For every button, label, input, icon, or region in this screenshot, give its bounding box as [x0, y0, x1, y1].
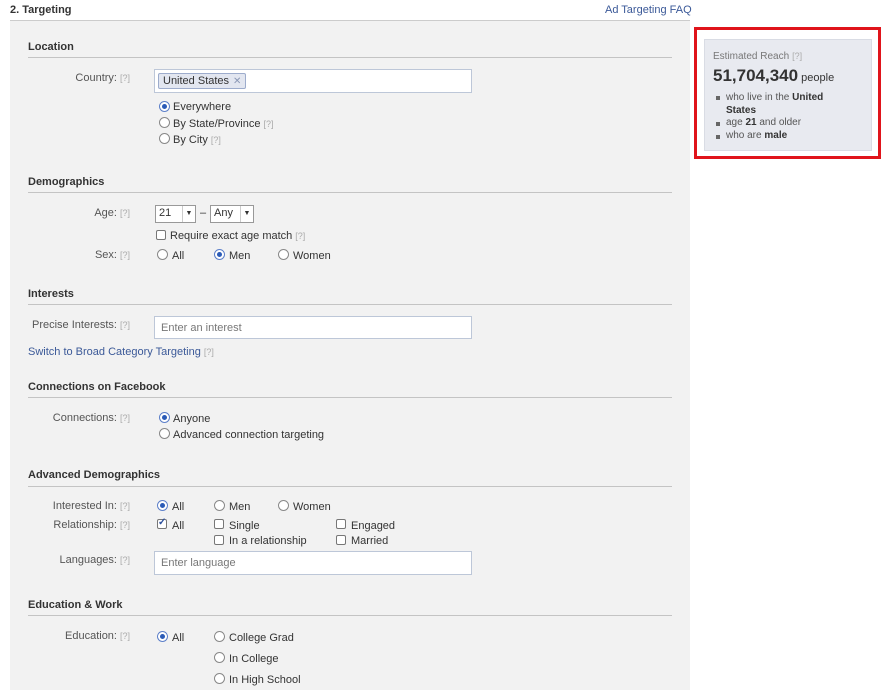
dropdown-arrow-icon: ▼ — [240, 206, 253, 222]
help-icon[interactable]: [?] — [120, 208, 130, 218]
location-everywhere-label: Everywhere — [173, 101, 232, 113]
location-state-radio[interactable] — [159, 117, 170, 128]
education-high-school-radio[interactable] — [214, 673, 225, 684]
advanced-demographics-title: Advanced Demographics — [28, 469, 161, 481]
estimated-reach-title: Estimated Reach [?] — [713, 51, 803, 62]
sex-men-radio[interactable] — [214, 249, 225, 260]
relationship-all-label: All — [172, 520, 185, 532]
location-state-label: By State/Province [?] — [173, 118, 274, 130]
sex-all-label: All — [172, 250, 185, 262]
divider — [28, 57, 672, 58]
help-icon[interactable]: [?] — [120, 631, 130, 641]
relationship-in-relationship-checkbox[interactable] — [214, 535, 224, 545]
connections-anyone-label: Anyone — [173, 413, 211, 425]
help-icon[interactable]: [?] — [120, 501, 130, 511]
help-icon[interactable]: [?] — [120, 250, 130, 260]
divider — [28, 397, 672, 398]
relationship-married-checkbox[interactable] — [336, 535, 346, 545]
country-token[interactable]: United States ✕ — [158, 73, 247, 89]
interested-women-label: Women — [293, 501, 331, 513]
relationship-in-relationship-label: In a relationship — [229, 535, 307, 547]
help-icon[interactable]: [?] — [120, 73, 130, 83]
ad-targeting-faq-link[interactable]: Ad Targeting FAQ — [605, 4, 692, 16]
relationship-single-label: Single — [229, 520, 260, 532]
interested-all-radio[interactable] — [157, 500, 168, 511]
demographics-title: Demographics — [28, 176, 105, 188]
help-icon[interactable]: [?] — [204, 347, 214, 357]
age-label: Age: [?] — [94, 207, 130, 219]
location-city-label: By City [?] — [173, 134, 221, 146]
age-max-select[interactable]: Any ▼ — [210, 205, 254, 223]
education-all-radio[interactable] — [157, 631, 168, 642]
help-icon[interactable]: [?] — [792, 51, 802, 61]
help-icon[interactable]: [?] — [120, 413, 130, 423]
interested-in-label: Interested In: [?] — [52, 500, 130, 512]
reach-location-line: who live in the United States — [726, 92, 824, 116]
bullet-icon — [716, 96, 720, 100]
age-min-select[interactable]: 21 ▼ — [155, 205, 196, 223]
divider — [28, 615, 672, 616]
divider — [28, 192, 672, 193]
relationship-all-checkbox[interactable] — [157, 517, 167, 529]
help-icon[interactable]: [?] — [120, 320, 130, 330]
age-separator: – — [200, 207, 207, 219]
relationship-label: Relationship: [?] — [53, 519, 130, 531]
section-title: 2. Targeting — [10, 4, 72, 16]
language-input[interactable]: Enter language — [154, 551, 472, 575]
country-label: Country: [?] — [75, 72, 130, 84]
reach-age-line: age 21 and older — [726, 117, 802, 128]
connections-label: Connections: [?] — [52, 412, 130, 424]
education-high-school-label: In High School — [229, 674, 301, 686]
divider — [28, 304, 672, 305]
interested-all-label: All — [172, 501, 185, 513]
education-label: Education: [?] — [65, 630, 130, 642]
connections-advanced-label: Advanced connection targeting — [173, 429, 325, 441]
education-college-grad-label: College Grad — [229, 632, 294, 644]
exact-age-label: Require exact age match [?] — [170, 230, 306, 242]
relationship-single-checkbox[interactable] — [214, 519, 224, 529]
relationship-engaged-label: Engaged — [351, 520, 396, 532]
bullet-icon — [716, 135, 720, 139]
reach-sex-line: who are male — [726, 130, 788, 141]
reach-number: 51,704,340 — [713, 66, 799, 85]
interest-input[interactable]: Enter an interest — [154, 316, 472, 339]
reach-unit: people — [801, 72, 835, 84]
sex-all-radio[interactable] — [157, 249, 168, 260]
switch-broad-category-link[interactable]: Switch to Broad Category Targeting [?] — [28, 346, 214, 358]
education-work-title: Education & Work — [28, 599, 123, 611]
sex-label: Sex: [?] — [94, 249, 130, 261]
relationship-engaged-checkbox[interactable] — [336, 519, 346, 529]
remove-token-icon[interactable]: ✕ — [233, 76, 241, 87]
interests-title: Interests — [28, 288, 74, 300]
education-all-label: All — [172, 632, 185, 644]
location-city-radio[interactable] — [159, 133, 170, 144]
connections-title: Connections on Facebook — [28, 381, 166, 393]
connections-anyone-radio[interactable] — [159, 412, 170, 423]
bullet-icon — [716, 122, 720, 126]
sex-women-radio[interactable] — [278, 249, 289, 260]
exact-age-checkbox[interactable] — [156, 230, 166, 240]
interested-men-radio[interactable] — [214, 500, 225, 511]
help-icon[interactable]: [?] — [211, 135, 221, 145]
help-icon[interactable]: [?] — [120, 520, 130, 530]
estimated-reach-count: 51,704,340 people — [713, 66, 834, 86]
interested-men-label: Men — [229, 501, 251, 513]
sex-women-label: Women — [293, 250, 331, 262]
education-college-grad-radio[interactable] — [214, 631, 225, 642]
education-in-college-label: In College — [229, 653, 279, 665]
help-icon[interactable]: [?] — [120, 555, 130, 565]
help-icon[interactable]: [?] — [263, 119, 273, 129]
connections-advanced-radio[interactable] — [159, 428, 170, 439]
interested-women-radio[interactable] — [278, 500, 289, 511]
languages-label: Languages: [?] — [59, 554, 130, 566]
help-icon[interactable]: [?] — [295, 231, 305, 241]
precise-interests-label: Precise Interests: [?] — [32, 319, 130, 331]
dropdown-arrow-icon: ▼ — [182, 206, 195, 222]
location-everywhere-radio[interactable] — [159, 101, 170, 112]
sex-men-label: Men — [229, 250, 251, 262]
education-in-college-radio[interactable] — [214, 652, 225, 663]
location-title: Location — [28, 41, 74, 53]
divider — [28, 486, 672, 487]
relationship-married-label: Married — [351, 535, 389, 547]
